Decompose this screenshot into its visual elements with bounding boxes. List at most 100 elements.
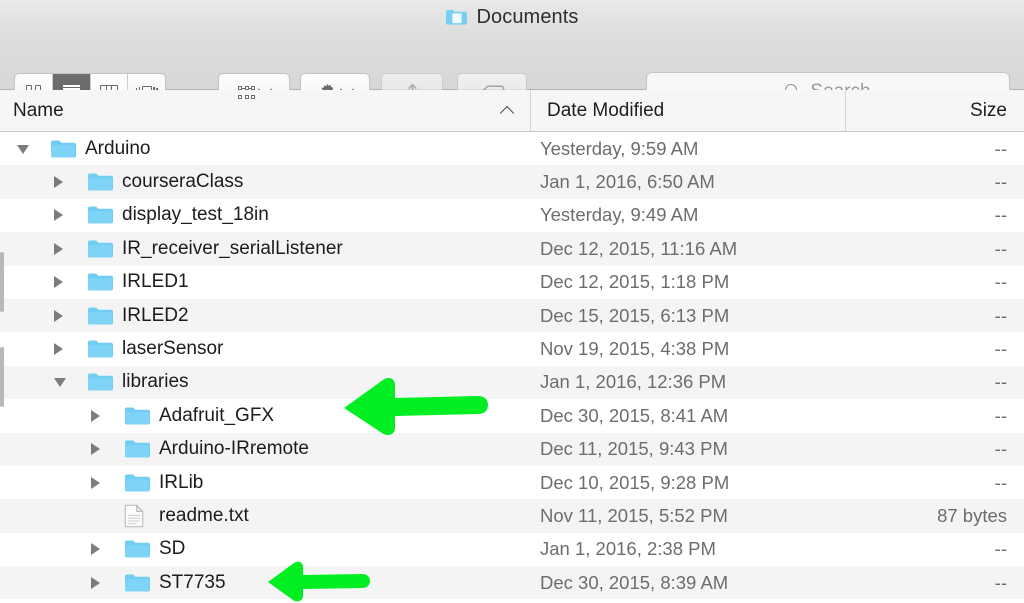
cell-name: IRLib [0, 466, 530, 499]
column-header-size[interactable]: Size [845, 90, 1024, 131]
file-name-label: IRLED1 [122, 271, 189, 293]
table-row[interactable]: IR_receiver_serialListener Dec 12, 2015, … [0, 232, 1024, 266]
disclosure-triangle-collapsed-icon[interactable] [54, 209, 63, 222]
folder-icon [124, 573, 150, 593]
window-titlebar: Documents [0, 0, 1024, 34]
cell-name: Adafruit_GFX [0, 399, 530, 432]
cell-name: libraries [0, 366, 530, 399]
table-row[interactable]: Adafruit_GFX Dec 30, 2015, 8:41 AM -- [0, 399, 1024, 433]
file-list[interactable]: Arduino Yesterday, 9:59 AM -- courseraClas… [0, 132, 1024, 603]
file-name-label: readme.txt [159, 504, 249, 526]
file-name-label: IRLib [159, 471, 204, 493]
folder-icon [124, 439, 150, 459]
table-row[interactable]: Arduino-IRremote Dec 11, 2015, 9:43 PM -- [0, 432, 1024, 466]
cell-size: -- [994, 404, 1007, 426]
cell-size: -- [994, 304, 1007, 326]
cell-name: courseraClass [0, 165, 530, 198]
cell-date-modified: Dec 15, 2015, 6:13 PM [540, 304, 730, 326]
cell-size: -- [994, 137, 1007, 159]
cell-date-modified: Dec 30, 2015, 8:41 AM [540, 404, 729, 426]
file-name-label: courseraClass [122, 171, 244, 193]
disclosure-triangle-collapsed-icon[interactable] [54, 176, 63, 189]
table-row[interactable]: libraries Jan 1, 2016, 12:36 PM -- [0, 365, 1024, 400]
disclosure-triangle-collapsed-icon[interactable] [91, 443, 100, 456]
disclosure-triangle-collapsed-icon[interactable] [54, 242, 63, 255]
disclosure-triangle-expanded-icon[interactable] [54, 378, 66, 388]
document-icon [124, 504, 144, 528]
folder-icon [124, 473, 150, 493]
disclosure-triangle-collapsed-icon[interactable] [54, 309, 63, 322]
file-name-label: SD [159, 538, 186, 560]
disclosure-triangle-collapsed-icon[interactable] [54, 276, 63, 289]
table-row[interactable]: laserSensor Nov 19, 2015, 4:38 PM -- [0, 332, 1024, 366]
file-name-label: laserSensor [122, 338, 224, 360]
cell-date-modified: Dec 12, 2015, 11:16 AM [540, 237, 738, 259]
cell-name: display_test_18in [0, 199, 530, 232]
file-name-label: ST7735 [159, 571, 226, 593]
table-row[interactable]: courseraClass Jan 1, 2016, 6:50 AM -- [0, 165, 1024, 199]
disclosure-triangle-collapsed-icon[interactable] [54, 343, 63, 356]
finder-toolbar: Search [0, 34, 1024, 111]
cell-size: -- [994, 571, 1007, 593]
window-title-group: Documents [445, 7, 578, 27]
table-row[interactable]: ST7735 Dec 30, 2015, 8:39 AM -- [0, 566, 1024, 600]
cell-date-modified: Jan 1, 2016, 2:38 PM [540, 538, 716, 560]
disclosure-triangle-expanded-icon[interactable] [17, 144, 29, 154]
table-row[interactable]: IRLED1 Dec 12, 2015, 1:18 PM -- [0, 265, 1024, 299]
cell-size: -- [994, 471, 1007, 493]
cell-size: -- [994, 371, 1007, 393]
file-name-label: Arduino [85, 137, 151, 159]
table-row[interactable]: Arduino Yesterday, 9:59 AM -- [0, 132, 1024, 166]
column-header-date-label: Date Modified [547, 99, 665, 121]
table-row[interactable]: readme.txt Nov 11, 2015, 5:52 PM 87 bytes [0, 499, 1024, 533]
file-name-label: Arduino-IRremote [159, 438, 309, 460]
folder-icon [445, 8, 468, 26]
cell-date-modified: Jan 1, 2016, 12:36 PM [540, 371, 727, 393]
file-name-label: IR_receiver_serialListener [122, 237, 343, 259]
cell-name: IRLED1 [0, 266, 530, 299]
cell-name: ST7735 [0, 566, 530, 599]
disclosure-triangle-collapsed-icon[interactable] [91, 476, 100, 489]
cell-size: -- [994, 271, 1007, 293]
column-header-name[interactable]: Name [0, 90, 530, 131]
disclosure-triangle-collapsed-icon[interactable] [91, 409, 100, 422]
column-header-bar: Name Date Modified Size [0, 90, 1024, 132]
cell-name: SD [0, 533, 530, 566]
folder-icon [124, 406, 150, 426]
file-name-label: libraries [122, 371, 189, 393]
finder-window: Documents Name Date Modified Size Arduin… [0, 0, 1024, 603]
cell-size: -- [994, 438, 1007, 460]
folder-icon [87, 339, 113, 359]
sort-ascending-icon [499, 105, 515, 120]
vertical-scrollbar[interactable] [0, 132, 4, 603]
cell-date-modified: Yesterday, 9:49 AM [540, 204, 699, 226]
cell-size: -- [994, 204, 1007, 226]
disclosure-triangle-collapsed-icon[interactable] [91, 543, 100, 556]
cell-date-modified: Dec 11, 2015, 9:43 PM [540, 438, 728, 460]
table-row[interactable]: IRLED2 Dec 15, 2015, 6:13 PM -- [0, 298, 1024, 333]
cell-name: Arduino-IRremote [0, 433, 530, 466]
column-header-name-label: Name [13, 99, 64, 121]
file-name-label: Adafruit_GFX [159, 404, 275, 426]
folder-icon [124, 539, 150, 559]
column-header-date-modified[interactable]: Date Modified [530, 90, 845, 131]
disclosure-triangle-collapsed-icon[interactable] [91, 576, 100, 589]
cell-name: readme.txt [0, 499, 530, 532]
cell-name: laserSensor [0, 332, 530, 365]
folder-icon [87, 272, 113, 292]
table-row[interactable]: IRLib Dec 10, 2015, 9:28 PM -- [0, 465, 1024, 500]
cell-date-modified: Yesterday, 9:59 AM [540, 137, 699, 159]
cell-date-modified: Dec 30, 2015, 8:39 AM [540, 571, 729, 593]
column-header-size-label: Size [970, 99, 1007, 121]
cell-size: -- [994, 538, 1007, 560]
table-row[interactable]: SD Jan 1, 2016, 2:38 PM -- [0, 532, 1024, 567]
folder-icon [50, 139, 76, 159]
cell-size: 87 bytes [937, 504, 1007, 526]
cell-size: -- [994, 237, 1007, 259]
table-row[interactable]: display_test_18in Yesterday, 9:49 AM -- [0, 198, 1024, 233]
cell-name: IRLED2 [0, 299, 530, 332]
cell-date-modified: Jan 1, 2016, 6:50 AM [540, 171, 715, 193]
file-name-label: display_test_18in [122, 204, 269, 226]
file-name-label: IRLED2 [122, 304, 189, 326]
window-title: Documents [476, 6, 579, 28]
